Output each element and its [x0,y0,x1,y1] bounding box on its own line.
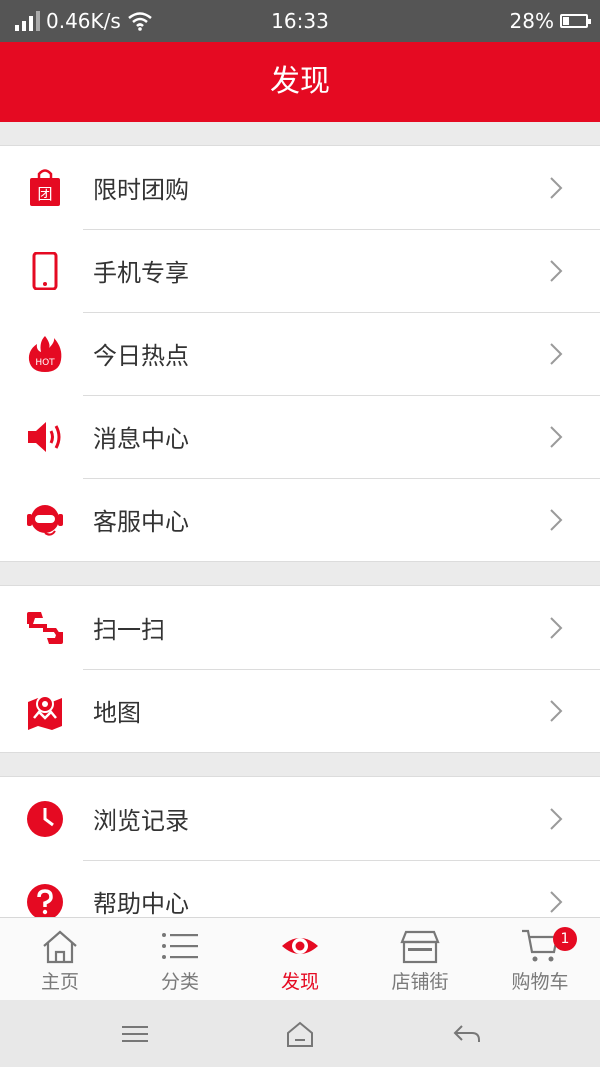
clock-icon [25,799,65,839]
home-icon [43,930,77,964]
map-icon [25,691,65,731]
chevron-right-icon [550,700,563,722]
back-icon[interactable] [452,1020,482,1048]
shopping-bag-icon: 团 [25,168,65,208]
tab-store-street[interactable]: 店铺街 [360,918,480,1001]
menu-icon[interactable] [120,1020,150,1048]
eye-icon [282,938,318,954]
customer-service-icon [25,500,65,540]
chevron-right-icon [550,617,563,639]
status-right: 28% [509,0,591,42]
menu-item-group-buy[interactable]: 团 限时团购 [0,146,600,229]
tab-category[interactable]: 分类 [120,918,240,1001]
menu-item-label: 客服中心 [93,508,189,536]
chevron-right-icon [550,891,563,913]
menu-item-label: 地图 [93,699,141,727]
menu-group-1: 团 限时团购 手机专享 HOT 今日热点 消息中心 客服中心 [0,145,600,562]
menu-item-help-center[interactable]: 帮助中心 [0,860,600,917]
battery-percent: 28% [509,9,554,33]
speaker-icon [25,417,65,457]
chevron-right-icon [550,177,563,199]
page-title: 发现 [0,42,600,122]
group-buy-glyph: 团 [37,185,52,203]
menu-item-label: 浏览记录 [93,807,189,835]
tab-cart[interactable]: 购物车 1 [480,918,600,1001]
scan-icon [25,608,65,648]
menu-group-2: 扫一扫 地图 [0,585,600,753]
tab-label: 购物车 [511,971,569,993]
hot-flame-icon: HOT [25,334,65,374]
menu-item-label: 消息中心 [93,425,189,453]
menu-item-message-center[interactable]: 消息中心 [0,395,600,478]
tab-discover[interactable]: 发现 [240,918,360,1001]
bottom-tab-bar: 主页 分类 发现 店铺街 购物车 1 [0,917,600,1001]
tab-label: 主页 [40,971,79,993]
chevron-right-icon [550,343,563,365]
chevron-right-icon [550,808,563,830]
menu-item-label: 帮助中心 [93,890,189,917]
list-icon [162,933,198,959]
tab-label: 店铺街 [391,971,449,993]
menu-item-browsing-history[interactable]: 浏览记录 [0,777,600,860]
menu-group-3: 浏览记录 帮助中心 [0,776,600,917]
menu-item-label: 今日热点 [93,342,189,370]
discover-list: 团 限时团购 手机专享 HOT 今日热点 消息中心 客服中心 扫一扫 地图 浏览… [0,122,600,917]
help-icon [25,882,65,917]
status-bar: 0.46K/s 16:33 28% [0,0,600,42]
chevron-right-icon [550,426,563,448]
tab-label: 分类 [160,971,199,993]
mobile-phone-icon [25,251,65,291]
menu-item-scan[interactable]: 扫一扫 [0,586,600,669]
chevron-right-icon [550,509,563,531]
tab-label: 发现 [280,971,319,993]
system-nav-bar [0,1000,600,1067]
tab-home[interactable]: 主页 [0,918,120,1001]
menu-item-today-hot[interactable]: HOT 今日热点 [0,312,600,395]
battery-icon [560,14,591,28]
menu-item-mobile-exclusive[interactable]: 手机专享 [0,229,600,312]
menu-item-label: 限时团购 [93,176,189,204]
menu-item-customer-service[interactable]: 客服中心 [0,478,600,561]
menu-item-label: 扫一扫 [93,616,165,644]
hot-glyph: HOT [35,358,55,368]
store-icon [400,930,440,964]
menu-item-label: 手机专享 [93,259,189,287]
chevron-right-icon [550,260,563,282]
home-nav-icon[interactable] [285,1020,315,1048]
menu-item-map[interactable]: 地图 [0,669,600,752]
cart-count-badge: 1 [553,927,577,951]
